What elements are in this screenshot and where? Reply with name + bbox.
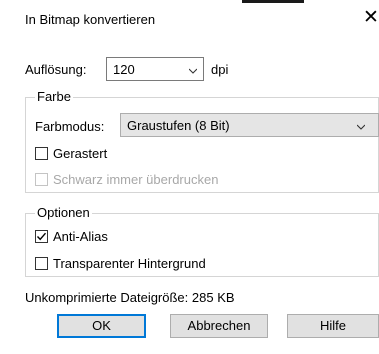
transparent-bg-label: Transparenter Hintergrund [53,256,206,271]
color-mode-value: Graustufen (8 Bit) [127,118,230,133]
dithered-checkbox[interactable] [35,147,48,160]
transparent-bg-checkbox[interactable] [35,257,48,270]
checkmark-icon [36,232,47,241]
close-icon[interactable]: ✕ [363,8,379,27]
chevron-down-icon [189,68,197,74]
resolution-unit: dpi [211,62,229,77]
ok-button[interactable]: OK [57,314,146,338]
uncompressed-size-text: Unkomprimierte Dateigröße: 285 KB [25,290,235,305]
overprint-black-checkbox[interactable] [35,173,48,186]
resolution-combo[interactable]: 120 [106,57,204,81]
dithered-label: Gerastert [53,146,108,161]
resolution-value: 120 [113,62,135,77]
overprint-black-label: Schwarz immer überdrucken [53,172,219,187]
color-group-legend: Farbe [35,89,73,104]
anti-alias-checkbox[interactable] [35,230,48,243]
color-mode-select[interactable]: Graustufen (8 Bit) [120,113,379,137]
anti-alias-label: Anti-Alias [53,229,108,244]
chevron-down-icon [357,124,365,130]
color-mode-label: Farbmodus: [35,119,105,134]
options-group-legend: Optionen [35,205,92,220]
help-button[interactable]: Hilfe [287,314,379,338]
resolution-label: Auflösung: [25,62,87,77]
window-top-edge [242,0,304,3]
cancel-button[interactable]: Abbrechen [170,314,268,338]
dialog-title: In Bitmap konvertieren [25,12,156,27]
